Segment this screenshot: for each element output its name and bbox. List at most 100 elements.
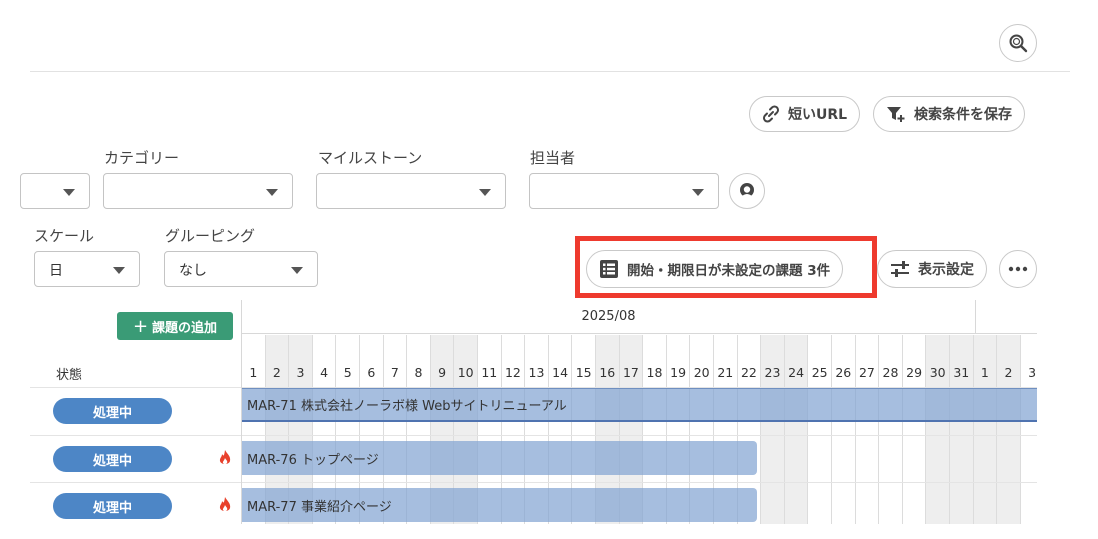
day-number: 23 — [764, 365, 781, 380]
row-divider — [30, 435, 241, 436]
plus-icon: + — [132, 315, 149, 337]
day-number: 29 — [906, 365, 923, 380]
chevron-down-icon — [113, 267, 125, 274]
header-divider — [30, 71, 1070, 72]
day-column: 24 — [784, 335, 809, 524]
day-number: 7 — [390, 365, 399, 380]
status-badge: 処理中 — [53, 493, 172, 519]
day-column: 1 — [973, 335, 998, 524]
save-filter-button[interactable]: 検索条件を保存 — [873, 96, 1025, 132]
row-divider — [30, 482, 241, 483]
day-number: 10 — [457, 365, 474, 380]
day-number: 2 — [272, 365, 281, 380]
day-column: 27 — [856, 335, 880, 524]
day-number: 19 — [670, 365, 687, 380]
search-icon — [1009, 34, 1028, 53]
flame-icon — [219, 497, 231, 512]
day-number: 31 — [953, 365, 970, 380]
day-column: 31 — [950, 335, 974, 524]
assignee-select[interactable] — [529, 173, 719, 209]
day-number: 28 — [882, 365, 899, 380]
milestone-select[interactable] — [316, 173, 506, 209]
assignee-label: 担当者 — [530, 149, 576, 167]
day-column: 2 — [997, 335, 1021, 524]
chevron-down-icon — [266, 189, 278, 196]
issue-title: MAR-76 トップページ — [247, 452, 379, 468]
day-column: 30 — [926, 335, 950, 524]
day-number: 16 — [599, 365, 616, 380]
day-number: 1 — [980, 365, 989, 380]
day-number: 4 — [320, 365, 329, 380]
more-options-button[interactable] — [999, 250, 1037, 288]
day-number: 13 — [528, 365, 545, 380]
gantt-row-divider — [242, 482, 1037, 483]
day-number: 14 — [552, 365, 569, 380]
day-number: 25 — [811, 365, 828, 380]
add-issue-label: 課題の追加 — [152, 320, 218, 336]
day-number: 20 — [693, 365, 710, 380]
status-column-header: 状態 — [56, 368, 83, 383]
chevron-down-icon — [692, 189, 704, 196]
short-url-button[interactable]: 短いURL — [749, 96, 861, 132]
milestone-label: マイルストーン — [318, 149, 423, 167]
scale-label: スケール — [34, 227, 95, 245]
day-number: 15 — [575, 365, 592, 380]
short-url-label: 短いURL — [788, 107, 848, 123]
day-number: 22 — [740, 365, 757, 380]
grouping-select[interactable]: なし — [164, 251, 318, 287]
issue-title: MAR-77 事業紹介ページ — [247, 499, 392, 515]
month-header: 2025/08 — [242, 300, 976, 334]
day-number: 21 — [717, 365, 734, 380]
user-icon — [740, 183, 754, 197]
status-select[interactable] — [20, 173, 90, 209]
day-number: 24 — [788, 365, 805, 380]
day-number: 18 — [646, 365, 663, 380]
day-number: 27 — [858, 365, 875, 380]
day-number: 11 — [481, 365, 498, 380]
add-issue-button[interactable]: + 課題の追加 — [117, 312, 233, 340]
grouping-label: グルーピング — [165, 227, 256, 245]
save-filter-label: 検索条件を保存 — [914, 107, 1012, 123]
display-settings-label: 表示設定 — [918, 262, 974, 278]
day-column: 29 — [903, 335, 927, 524]
more-dots-icon — [1008, 266, 1028, 272]
day-column: 3 — [1021, 335, 1037, 524]
flame-icon — [219, 450, 231, 465]
gantt-chart: 2025/08 1 2 3 4 5 6 7 8 9 10 11 12 13 14 15 16 17 18 19 20 2… — [241, 300, 1037, 524]
issue-bar[interactable]: MAR-77 事業紹介ページ — [242, 488, 757, 522]
chevron-down-icon — [63, 189, 75, 196]
status-badge: 処理中 — [53, 398, 172, 424]
gantt-row-divider — [242, 435, 1037, 436]
display-settings-button[interactable]: 表示設定 — [877, 250, 987, 288]
chevron-down-icon — [291, 267, 303, 274]
issue-bar[interactable]: MAR-71 株式会社ノーラボ様 Webサイトリニューアル — [242, 388, 1037, 422]
chevron-down-icon — [479, 189, 491, 196]
month-header-next — [976, 300, 1037, 334]
link-icon — [762, 105, 780, 123]
day-column: 26 — [832, 335, 856, 524]
filter-plus-icon — [887, 107, 905, 122]
day-number: 17 — [622, 365, 639, 380]
day-number: 12 — [504, 365, 521, 380]
search-button[interactable] — [999, 24, 1037, 62]
day-number: 1 — [249, 365, 258, 380]
day-number: 30 — [929, 365, 946, 380]
status-badge: 処理中 — [53, 446, 172, 472]
day-number: 8 — [414, 365, 423, 380]
sliders-icon — [891, 261, 909, 277]
day-number: 9 — [438, 365, 447, 380]
assign-myself-button[interactable] — [729, 173, 765, 209]
day-number: 3 — [1028, 365, 1037, 380]
issue-bar[interactable]: MAR-76 トップページ — [242, 441, 757, 475]
scale-select[interactable]: 日 — [34, 251, 140, 287]
day-number: 5 — [343, 365, 352, 380]
row-divider — [30, 387, 241, 388]
category-label: カテゴリー — [104, 149, 180, 167]
day-column: 23 — [761, 335, 785, 524]
category-select[interactable] — [103, 173, 293, 209]
day-number: 3 — [296, 365, 305, 380]
highlight-box — [575, 236, 877, 298]
issue-title: MAR-71 株式会社ノーラボ様 Webサイトリニューアル — [247, 399, 567, 414]
day-number: 6 — [367, 365, 376, 380]
day-number: 2 — [1004, 365, 1013, 380]
